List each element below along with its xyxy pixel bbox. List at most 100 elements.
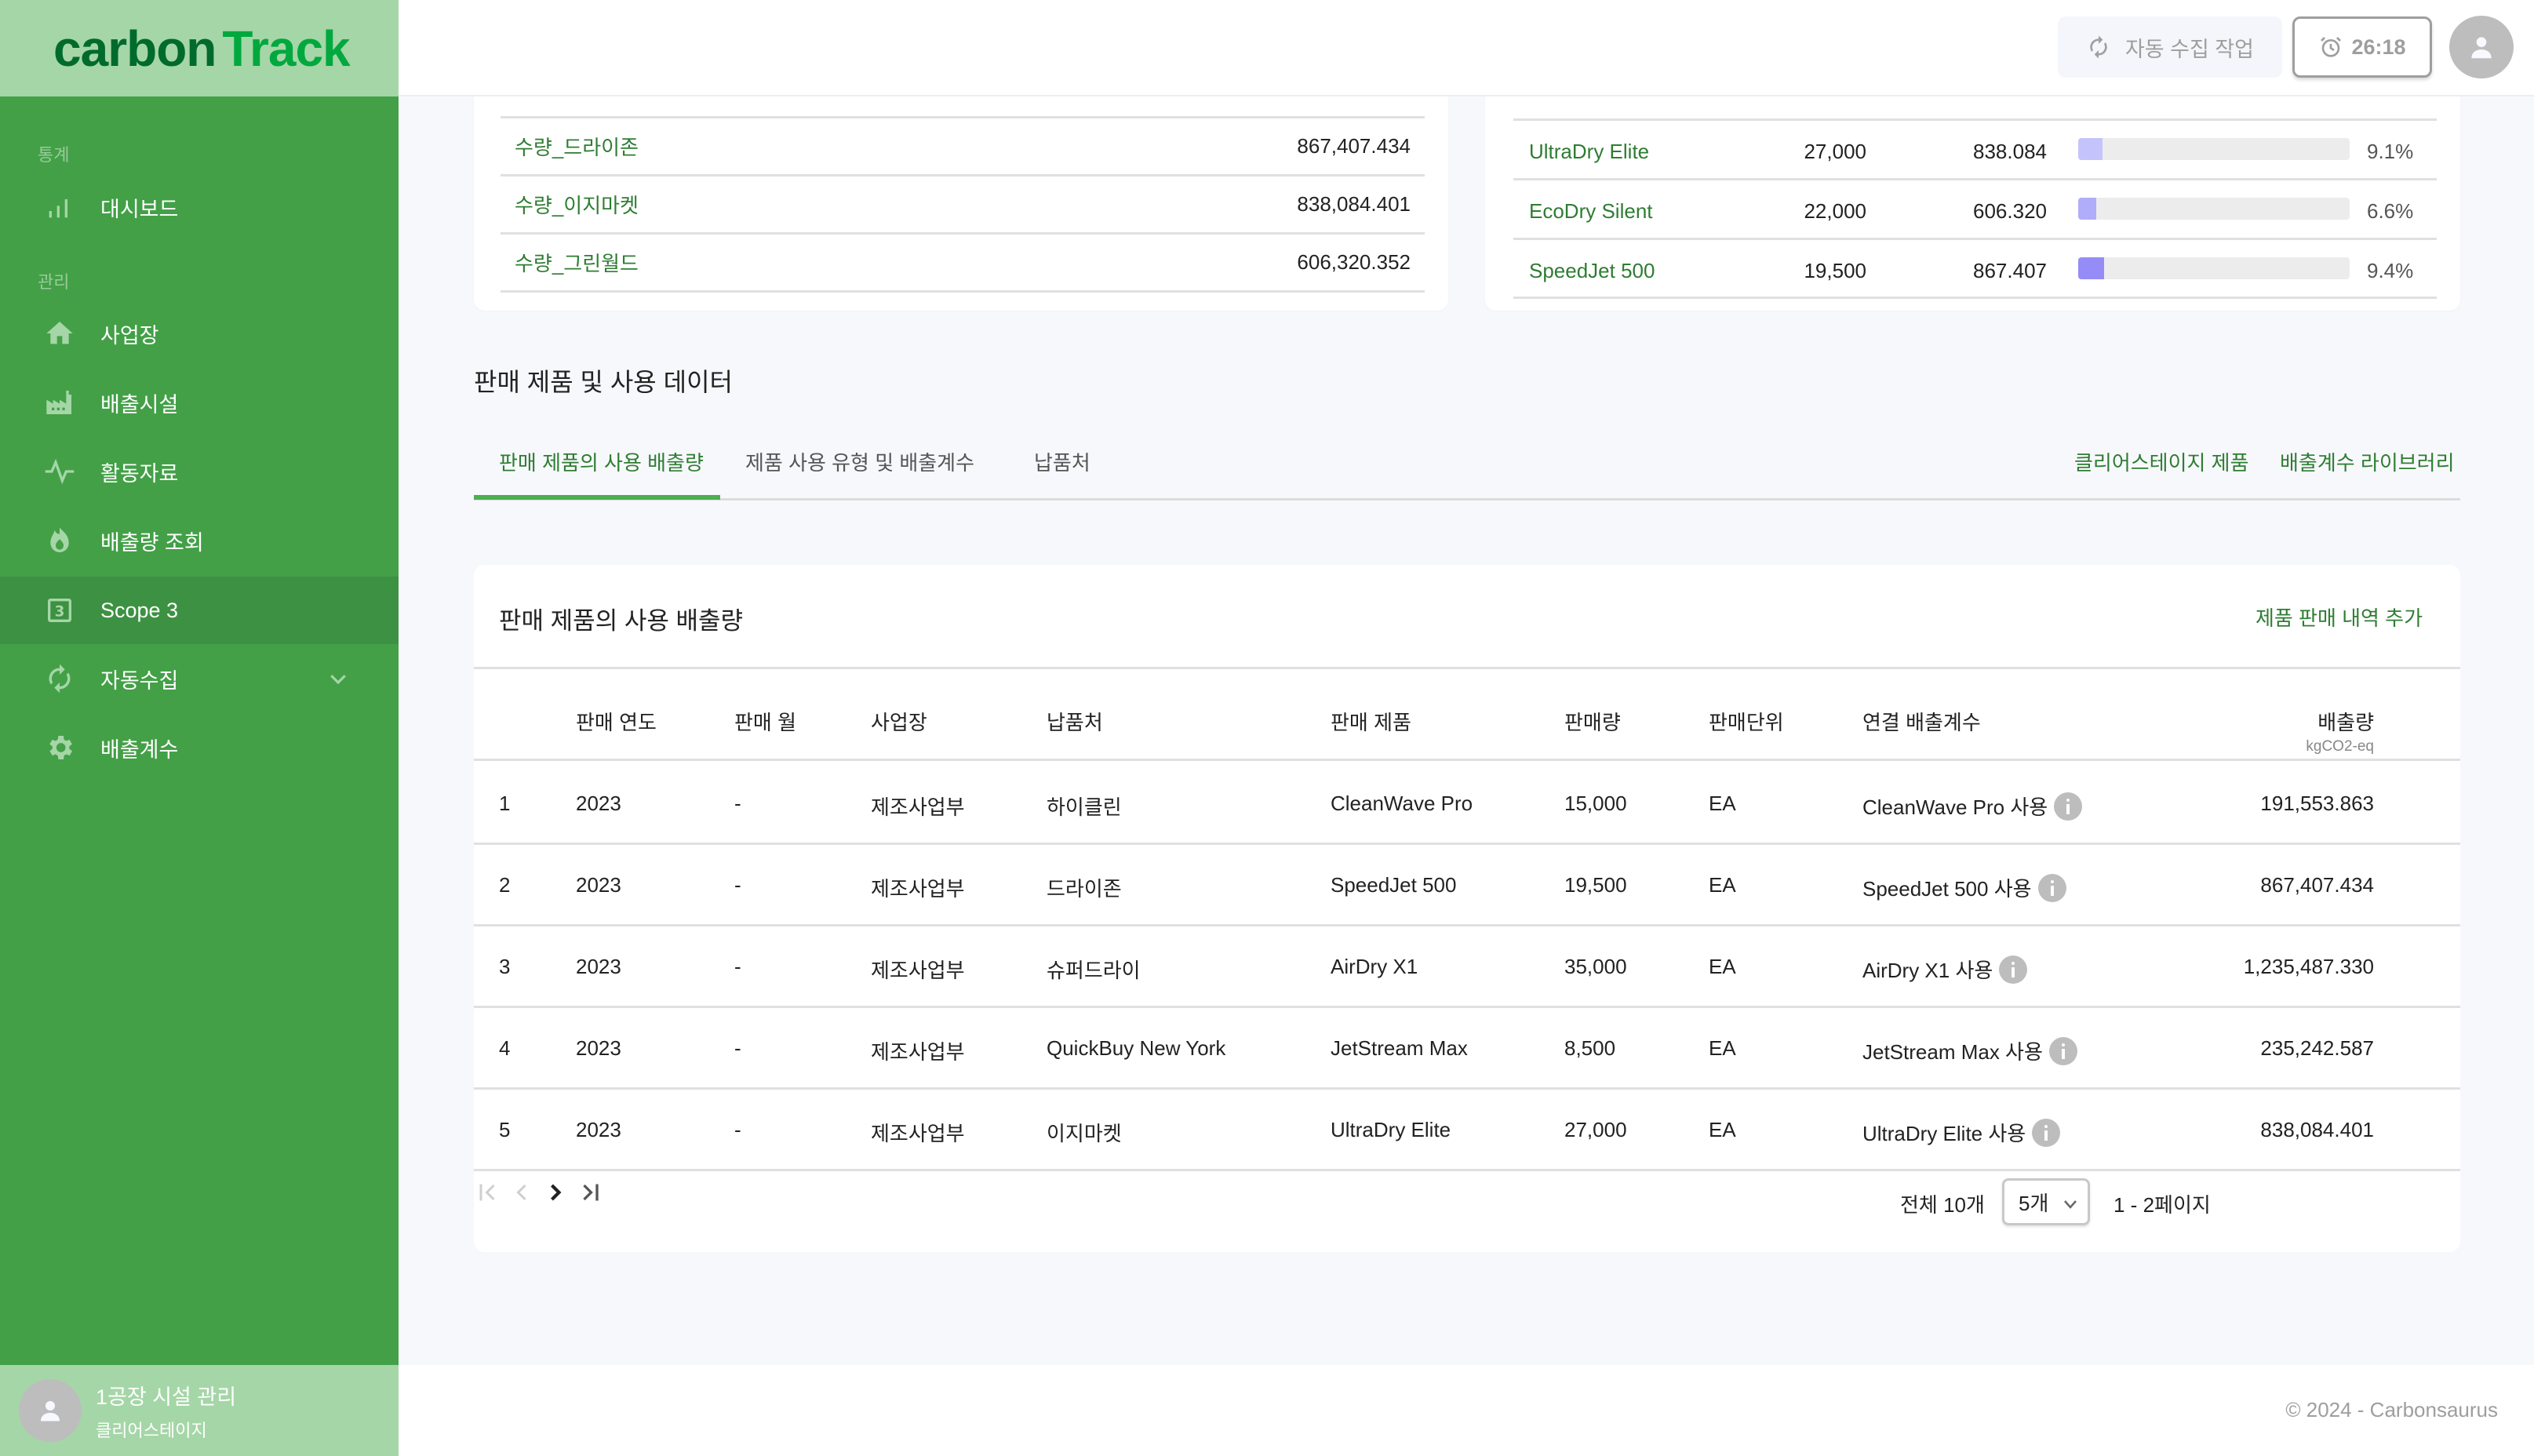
info-icon[interactable]	[2054, 792, 2083, 821]
summary-row-name[interactable]: 수량_드라이존	[515, 132, 639, 161]
summary-row-name[interactable]: 수량_이지마켓	[515, 190, 639, 219]
column-header-product[interactable]: 판매 제품	[1331, 707, 1411, 736]
share-progress-bar	[2078, 257, 2350, 279]
cell-product-text: JetStream Max	[1331, 1036, 1468, 1060]
last-page-icon[interactable]	[576, 1178, 604, 1207]
info-icon[interactable]	[1999, 956, 2028, 985]
cell-month: -	[734, 873, 741, 897]
cell-month: -	[734, 792, 741, 816]
user-org: 클리어스테이지	[96, 1420, 207, 1440]
factory-icon	[44, 387, 75, 418]
cell-emissions: 235,242.587	[2260, 1036, 2374, 1060]
clearstage-products-link[interactable]: 클리어스테이지 제품	[2074, 447, 2249, 476]
cell-year: 2023	[576, 1036, 621, 1061]
cell-unit: EA	[1709, 873, 1736, 897]
product-name[interactable]: UltraDry Elite	[1529, 140, 1649, 164]
cell-quantity: 27,000	[1564, 1118, 1627, 1142]
user-avatar-button[interactable]	[2449, 16, 2514, 78]
tab-customers[interactable]: 납품처	[1034, 447, 1090, 476]
chevron-down-icon[interactable]	[326, 667, 350, 690]
sidebar-item-sites[interactable]: 사업장	[0, 300, 399, 367]
cell-site: 제조사업부	[871, 873, 965, 902]
sidebar-item-scope3[interactable]: 3 Scope 3	[0, 577, 399, 644]
share-progress-bar	[2078, 138, 2350, 160]
cell-customer: QuickBuy New York	[1047, 1036, 1225, 1061]
active-tab-indicator	[474, 495, 720, 500]
cell-product: SpeedJet 500	[1331, 873, 1456, 897]
sidebar-item-emission-factors[interactable]: 배출계수	[0, 714, 399, 781]
cell-product: JetStream Max	[1331, 1036, 1468, 1061]
cell-quantity-text: 35,000	[1564, 955, 1627, 978]
page-size-value: 5개	[2019, 1191, 2049, 1215]
auto-collect-job-button[interactable]: 자동 수집 작업	[2058, 16, 2282, 78]
cell-year: 2023	[576, 955, 621, 979]
avatar	[19, 1379, 82, 1442]
emission-factor-library-link[interactable]: 배출계수 라이브러리	[2280, 447, 2455, 476]
sidebar: carbon Track 통계 대시보드 관리 사업장 배출시설 활동자료 배출량…	[0, 0, 399, 1456]
column-header-year[interactable]: 판매 연도	[576, 707, 657, 736]
divider	[501, 290, 1425, 293]
table-row[interactable]: 4 2023 - 제조사업부 QuickBuy New York JetStream Ma…	[474, 1008, 2460, 1090]
cell-month-text: -	[734, 1036, 741, 1060]
cell-year-text: 2023	[576, 792, 621, 815]
row-number-text: 3	[499, 955, 511, 978]
column-header-quantity[interactable]: 판매량	[1564, 707, 1621, 736]
next-page-icon[interactable]	[541, 1178, 570, 1207]
chevron-down-icon	[2064, 1200, 2077, 1209]
sidebar-item-dashboard[interactable]: 대시보드	[0, 173, 399, 241]
cell-emissions: 1,235,487.330	[2243, 955, 2374, 978]
sidebar-user-profile[interactable]: 1공장 시설 관리 클리어스테이지	[0, 1365, 399, 1456]
column-header-site[interactable]: 사업장	[871, 707, 927, 736]
tab-product-usage-types[interactable]: 제품 사용 유형 및 배출계수	[745, 447, 974, 476]
column-header-unit[interactable]: 판매단위	[1709, 707, 1784, 736]
sidebar-item-emissions-lookup[interactable]: 배출량 조회	[0, 507, 399, 574]
cell-quantity: 15,000	[1564, 792, 1627, 816]
cell-year-text: 2023	[576, 1118, 621, 1141]
section-title: 판매 제품 및 사용 데이터	[474, 368, 733, 396]
product-name[interactable]: SpeedJet 500	[1529, 259, 1655, 283]
cell-linked-factor: CleanWave Pro 사용	[1862, 792, 2083, 823]
cell-customer-text: 슈퍼드라이	[1047, 959, 1141, 982]
summary-row-value: 867,407.434	[1297, 134, 1411, 158]
person-icon	[2471, 37, 2492, 59]
emissions-unit-label: kgCO2-eq	[2306, 738, 2374, 755]
product-share-percent: 6.6%	[2367, 199, 2414, 223]
cell-year-text: 2023	[576, 1036, 621, 1060]
bar-chart-icon	[44, 191, 75, 223]
product-emission: 606.320	[1973, 199, 2047, 223]
summary-row-name[interactable]: 수량_그린월드	[515, 248, 639, 277]
top-header: 자동 수집 작업 26:18	[399, 0, 2534, 96]
table-row[interactable]: 5 2023 - 제조사업부 이지마켓 UltraDry Elite 27,000 EA Ult…	[474, 1090, 2460, 1171]
session-timer-button[interactable]: 26:18	[2292, 16, 2432, 78]
previous-page-icon[interactable]	[508, 1178, 536, 1207]
cell-year: 2023	[576, 1118, 621, 1142]
info-icon[interactable]	[2048, 1037, 2077, 1066]
cell-unit-text: EA	[1709, 1036, 1736, 1060]
tab-sold-product-emissions[interactable]: 판매 제품의 사용 배출량	[499, 447, 704, 476]
column-header-emissions[interactable]: 배출량	[2317, 707, 2374, 736]
sidebar-item-activity-data[interactable]: 활동자료	[0, 438, 399, 505]
sidebar-item-auto-collect[interactable]: 자동수집	[0, 645, 399, 712]
page-size-select[interactable]: 5개	[2002, 1178, 2090, 1225]
column-header-customer[interactable]: 납품처	[1047, 707, 1103, 736]
table-row[interactable]: 2 2023 - 제조사업부 드라이존 SpeedJet 500 19,500 EA Speed…	[474, 845, 2460, 926]
table-row[interactable]: 1 2023 - 제조사업부 하이클린 CleanWave Pro 15,000 EA Clea…	[474, 763, 2460, 845]
table-row[interactable]: 3 2023 - 제조사업부 슈퍼드라이 AirDry X1 35,000 EA AirDry …	[474, 926, 2460, 1008]
column-header-month[interactable]: 판매 월	[734, 707, 796, 736]
first-page-icon[interactable]	[474, 1178, 502, 1207]
logo[interactable]: carbon Track	[53, 20, 351, 78]
cell-unit-text: EA	[1709, 873, 1736, 897]
product-emission: 867.407	[1973, 259, 2047, 282]
row-number-text: 2	[499, 873, 511, 897]
cell-site-text: 제조사업부	[871, 1122, 965, 1145]
scope3-icon: 3	[44, 595, 75, 626]
add-product-sale-button[interactable]: 제품 판매 내역 추가	[2255, 602, 2423, 632]
row-number-text: 4	[499, 1036, 511, 1060]
info-icon[interactable]	[2032, 1119, 2061, 1148]
info-icon[interactable]	[2037, 874, 2066, 903]
sidebar-item-facilities[interactable]: 배출시설	[0, 369, 399, 436]
product-name[interactable]: EcoDry Silent	[1529, 199, 1653, 224]
share-progress-fill	[2078, 198, 2096, 220]
cell-month: -	[734, 955, 741, 979]
column-header-linked-factor[interactable]: 연결 배출계수	[1862, 707, 1981, 736]
